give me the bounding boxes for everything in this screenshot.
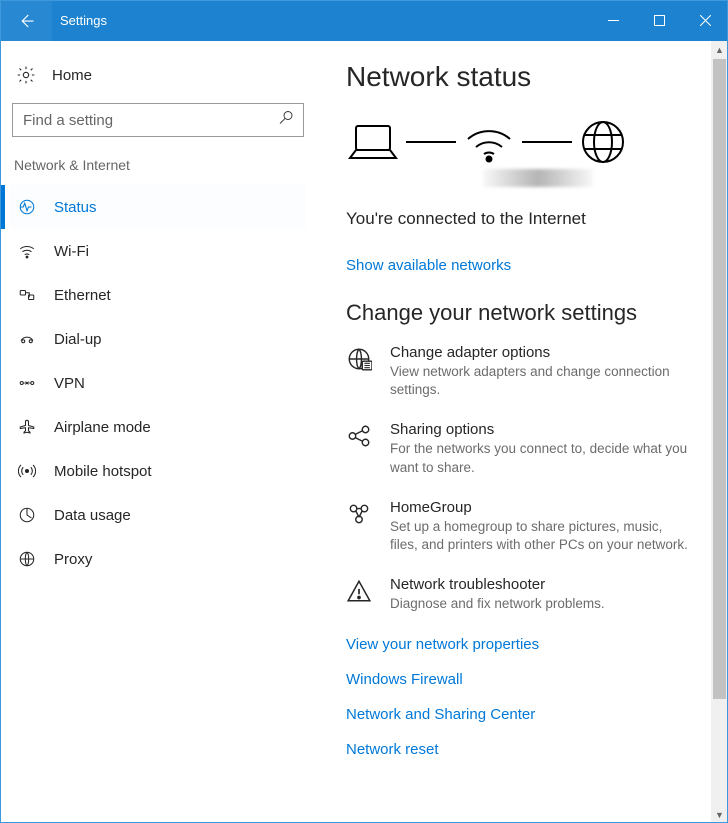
setting-troubleshooter[interactable]: Network troubleshooter Diagnose and fix … (346, 576, 698, 613)
scrollbar[interactable]: ▲ ▼ (711, 41, 728, 823)
scroll-up-arrow[interactable]: ▲ (711, 41, 728, 58)
window-title: Settings (52, 0, 590, 41)
home-button[interactable]: Home (10, 59, 306, 103)
sidebar-item-label: Ethernet (54, 287, 111, 304)
connection-status: You're connected to the Internet (346, 209, 698, 229)
titlebar: Settings (0, 0, 728, 41)
category-label: Network & Internet (10, 157, 306, 185)
homegroup-icon (346, 501, 372, 527)
link-windows-firewall[interactable]: Windows Firewall (346, 671, 698, 688)
sidebar-item-label: Status (54, 199, 97, 216)
home-label: Home (52, 67, 92, 84)
vpn-icon (18, 374, 36, 392)
setting-title: Sharing options (390, 421, 690, 438)
main-panel: Network status You're connected to the I… (316, 41, 728, 823)
sidebar-item-dialup[interactable]: Dial-up (10, 317, 306, 361)
status-icon (18, 198, 36, 216)
setting-sharing[interactable]: Sharing options For the networks you con… (346, 421, 698, 476)
sidebar-item-label: VPN (54, 375, 85, 392)
wifi-diagram-icon (462, 120, 516, 164)
show-networks-link[interactable]: Show available networks (346, 257, 698, 274)
sidebar-item-label: Airplane mode (54, 419, 151, 436)
sidebar-item-vpn[interactable]: VPN (10, 361, 306, 405)
link-network-reset[interactable]: Network reset (346, 741, 698, 758)
search-input[interactable] (12, 103, 304, 137)
sidebar: Home Network & Internet Status Wi-Fi Eth… (0, 41, 316, 823)
setting-desc: Diagnose and fix network problems. (390, 595, 605, 613)
setting-homegroup[interactable]: HomeGroup Set up a homegroup to share pi… (346, 499, 698, 554)
maximize-button[interactable] (636, 0, 682, 41)
hotspot-icon (18, 462, 36, 480)
sidebar-item-wifi[interactable]: Wi-Fi (10, 229, 306, 273)
network-name-blurred (483, 169, 593, 187)
sidebar-item-label: Wi-Fi (54, 243, 89, 260)
minimize-button[interactable] (590, 0, 636, 41)
setting-title: HomeGroup (390, 499, 690, 516)
sidebar-item-airplane[interactable]: Airplane mode (10, 405, 306, 449)
page-title: Network status (346, 61, 698, 93)
link-network-sharing-center[interactable]: Network and Sharing Center (346, 706, 698, 723)
dialup-icon (18, 330, 36, 348)
setting-desc: View network adapters and change connect… (390, 363, 690, 399)
setting-desc: Set up a homegroup to share pictures, mu… (390, 518, 690, 554)
setting-title: Change adapter options (390, 344, 690, 361)
sidebar-item-ethernet[interactable]: Ethernet (10, 273, 306, 317)
adapter-icon (346, 346, 372, 372)
sidebar-item-status[interactable]: Status (10, 185, 306, 229)
scroll-down-arrow[interactable]: ▼ (711, 806, 728, 823)
wifi-icon (18, 242, 36, 260)
gear-icon (16, 65, 36, 85)
sidebar-item-hotspot[interactable]: Mobile hotspot (10, 449, 306, 493)
sidebar-item-label: Data usage (54, 507, 131, 524)
sidebar-item-datausage[interactable]: Data usage (10, 493, 306, 537)
ethernet-icon (18, 286, 36, 304)
window-controls (590, 0, 728, 41)
troubleshooter-icon (346, 578, 372, 604)
sidebar-item-proxy[interactable]: Proxy (10, 537, 306, 581)
link-network-properties[interactable]: View your network properties (346, 636, 698, 653)
sidebar-item-label: Proxy (54, 551, 92, 568)
laptop-icon (346, 120, 400, 164)
sidebar-item-label: Dial-up (54, 331, 102, 348)
close-button[interactable] (682, 0, 728, 41)
sharing-icon (346, 423, 372, 449)
setting-title: Network troubleshooter (390, 576, 605, 593)
change-settings-heading: Change your network settings (346, 300, 698, 326)
network-diagram (346, 117, 698, 167)
back-button[interactable] (0, 0, 52, 41)
globe-icon (578, 117, 628, 167)
proxy-icon (18, 550, 36, 568)
sidebar-item-label: Mobile hotspot (54, 463, 152, 480)
setting-change-adapter[interactable]: Change adapter options View network adap… (346, 344, 698, 399)
datausage-icon (18, 506, 36, 524)
search-icon (278, 110, 294, 131)
airplane-icon (18, 418, 36, 436)
setting-desc: For the networks you connect to, decide … (390, 440, 690, 476)
scrollbar-thumb[interactable] (713, 59, 726, 699)
